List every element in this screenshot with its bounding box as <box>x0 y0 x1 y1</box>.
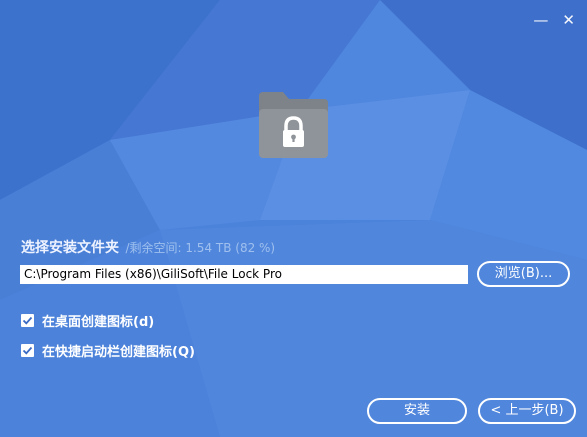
minimize-button[interactable]: — <box>533 12 548 28</box>
quicklaunch-icon-checkbox[interactable] <box>21 344 34 357</box>
quicklaunch-icon-label: 在快捷启动栏创建图标(Q) <box>42 345 195 360</box>
free-space-text: /剩余空间: 1.54 TB (82 %) <box>125 241 276 255</box>
back-button[interactable]: < 上一步(B) <box>478 398 576 424</box>
folder-lock-icon <box>259 92 328 158</box>
install-folder-heading: 选择安装文件夹 /剩余空间: 1.54 TB (82 %) <box>21 237 275 257</box>
install-path-input[interactable] <box>20 265 468 284</box>
close-button[interactable]: ✕ <box>562 12 575 28</box>
quicklaunch-icon-option[interactable]: 在快捷启动栏创建图标(Q) <box>21 341 195 360</box>
installer-window: — ✕ 选择安装文件夹 /剩余空间: 1.54 TB (82 %) 浏览(B).… <box>0 0 587 437</box>
checkmark-icon <box>22 346 33 355</box>
browse-button[interactable]: 浏览(B)... <box>477 261 570 287</box>
window-controls: — ✕ <box>533 12 575 28</box>
checkmark-icon <box>22 316 33 325</box>
install-button[interactable]: 安装 <box>367 398 467 424</box>
desktop-icon-checkbox[interactable] <box>21 314 34 327</box>
desktop-icon-option[interactable]: 在桌面创建图标(d) <box>21 311 154 330</box>
install-folder-label: 选择安装文件夹 <box>21 240 119 256</box>
desktop-icon-label: 在桌面创建图标(d) <box>42 315 155 330</box>
background-pattern <box>0 0 587 437</box>
